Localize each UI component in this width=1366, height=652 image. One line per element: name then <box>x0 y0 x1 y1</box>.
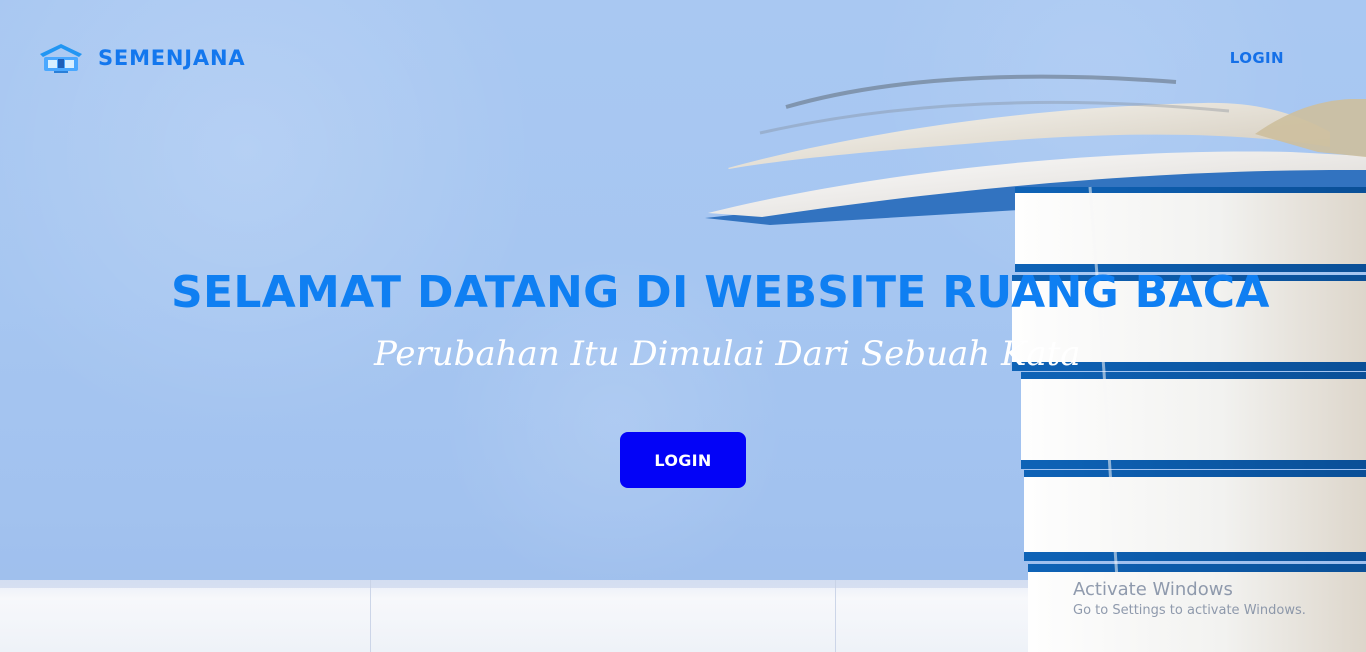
book-cover-top <box>1024 470 1366 477</box>
landing-page: SEMENJANA LOGIN SELAMAT DATANG DI WEBSIT… <box>0 0 1366 652</box>
book-layer <box>1021 372 1366 467</box>
book-layer <box>1024 470 1366 558</box>
logo-book-right <box>65 60 74 68</box>
activate-windows-watermark: Activate Windows Go to Settings to activ… <box>1073 580 1306 618</box>
brand: SEMENJANA <box>38 41 245 75</box>
hero-login-button[interactable]: LOGIN <box>620 432 746 488</box>
hero-title: SELAMAT DATANG DI WEBSITE RUANG BACA <box>171 267 1270 319</box>
brand-name: SEMENJANA <box>98 46 246 70</box>
book-layer <box>1015 187 1366 270</box>
hero-subtitle: Perubahan Itu Dimulai Dari Sebuah Kata <box>374 334 1081 374</box>
book-cover-bottom <box>1021 460 1366 469</box>
nav-login-link[interactable]: LOGIN <box>1230 49 1284 67</box>
roof-shape <box>40 44 82 57</box>
logo-book-left <box>48 60 57 68</box>
library-logo-icon <box>38 41 84 75</box>
library-logo-graphic <box>40 44 82 73</box>
open-book-spine <box>1255 99 1366 157</box>
desk-seam <box>370 580 371 652</box>
logo-book-center <box>58 59 64 68</box>
logo-underline <box>54 71 68 73</box>
watermark-subtitle: Go to Settings to activate Windows. <box>1073 602 1306 618</box>
book-cover-top <box>1015 187 1366 193</box>
book-cover-bottom <box>1024 552 1366 561</box>
watermark-title: Activate Windows <box>1073 579 1233 600</box>
book-cover-top <box>1028 564 1366 572</box>
